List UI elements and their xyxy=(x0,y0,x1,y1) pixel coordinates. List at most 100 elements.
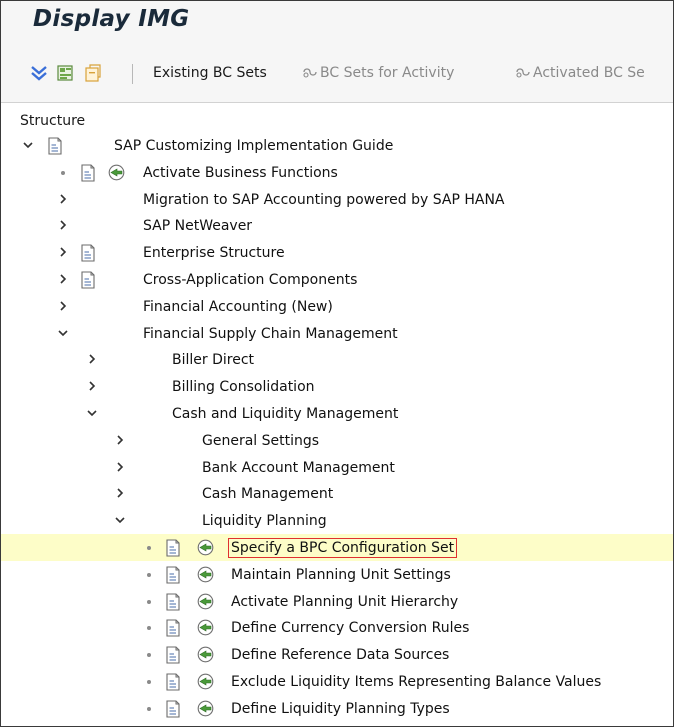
execute-activity-icon[interactable] xyxy=(108,164,125,181)
documentation-icon[interactable] xyxy=(165,619,181,637)
tree-node-enterprise-structure[interactable]: Enterprise Structure xyxy=(0,239,674,266)
expand-arrow-icon[interactable] xyxy=(57,299,69,313)
bc-sets-for-activity-button[interactable]: BC Sets for Activity xyxy=(302,65,454,81)
tree-node-financial-accounting-new[interactable]: Financial Accounting (New) xyxy=(0,293,674,320)
tree-node-exclude-liquidity-items-representing-balance-values[interactable]: Exclude Liquidity Items Representing Bal… xyxy=(0,668,674,695)
bc-set-icon xyxy=(303,68,317,78)
documentation-icon[interactable] xyxy=(165,539,181,557)
documentation-icon[interactable] xyxy=(80,164,96,182)
tree-node-biller-direct[interactable]: Biller Direct xyxy=(0,346,674,373)
tree-node-financial-supply-chain-management[interactable]: Financial Supply Chain Management xyxy=(0,320,674,347)
tree-node-label: Activate Planning Unit Hierarchy xyxy=(231,593,459,610)
documentation-icon[interactable] xyxy=(165,673,181,691)
tree-node-sap-customizing-implementation-guide[interactable]: SAP Customizing Implementation Guide xyxy=(0,132,674,159)
tree-node-define-reference-data-sources[interactable]: Define Reference Data Sources xyxy=(0,641,674,668)
tree-node-liquidity-planning[interactable]: Liquidity Planning xyxy=(0,507,674,534)
leaf-bullet-icon xyxy=(147,626,151,631)
tree-node-label: Bank Account Management xyxy=(202,459,395,476)
tree-node-cash-and-liquidity-management[interactable]: Cash and Liquidity Management xyxy=(0,400,674,427)
leaf-bullet-icon xyxy=(147,599,151,604)
leaf-bullet-icon xyxy=(147,572,151,577)
documentation-icon[interactable] xyxy=(80,271,96,289)
release-notes-icon[interactable] xyxy=(84,64,102,82)
tree-node-migration-to-sap-accounting-powered-by-sap-hana[interactable]: Migration to SAP Accounting powered by S… xyxy=(0,186,674,213)
expand-arrow-icon[interactable] xyxy=(57,192,69,206)
tree-node-label: Migration to SAP Accounting powered by S… xyxy=(143,191,505,208)
tree-node-activate-business-functions[interactable]: Activate Business Functions xyxy=(0,159,674,186)
tree-node-label: Cross-Application Components xyxy=(143,272,358,288)
execute-activity-icon[interactable] xyxy=(197,673,214,690)
expand-arrow-icon[interactable] xyxy=(57,272,69,286)
execute-activity-icon[interactable] xyxy=(197,593,214,610)
documentation-icon[interactable] xyxy=(165,593,181,611)
documentation-icon[interactable] xyxy=(165,700,181,718)
tree-node-label: Cash Management xyxy=(202,486,334,503)
expand-arrow-icon[interactable] xyxy=(86,352,98,366)
leaf-bullet-icon xyxy=(147,653,151,658)
tree-node-label: Define Reference Data Sources xyxy=(231,647,450,664)
leaf-bullet-icon xyxy=(147,680,151,684)
expand-all-icon[interactable] xyxy=(30,64,48,82)
tree-node-maintain-planning-unit-settings[interactable]: Maintain Planning Unit Settings xyxy=(0,561,674,588)
tree-node-label: Define Liquidity Planning Types xyxy=(231,700,450,717)
documentation-icon[interactable] xyxy=(47,137,63,155)
tree-node-bank-account-management[interactable]: Bank Account Management xyxy=(0,454,674,481)
leaf-bullet-icon xyxy=(61,170,65,175)
documentation-icon[interactable] xyxy=(165,566,181,584)
activated-bc-sets-button[interactable]: Activated BC Se xyxy=(515,65,645,81)
expand-arrow-icon[interactable] xyxy=(57,245,69,259)
structure-header-label: Structure xyxy=(20,113,86,129)
tree-node-general-settings[interactable]: General Settings xyxy=(0,427,674,454)
tree-node-label: SAP Customizing Implementation Guide xyxy=(114,138,394,154)
expand-arrow-icon[interactable] xyxy=(86,379,98,393)
find-icon[interactable] xyxy=(57,64,75,82)
tree-node-cross-application-components[interactable]: Cross-Application Components xyxy=(0,266,674,293)
tree-node-specify-a-bpc-configuration-set[interactable]: Specify a BPC Configuration Set xyxy=(0,534,674,561)
toolbar-separator xyxy=(132,64,133,84)
tree-node-label: Exclude Liquidity Items Representing Bal… xyxy=(231,674,602,690)
expand-arrow-icon[interactable] xyxy=(114,433,126,447)
display-img-window: Display IMG Existing BC Sets BC Sets for… xyxy=(0,0,674,727)
structure-header: Structure xyxy=(0,102,674,133)
expand-arrow-icon[interactable] xyxy=(114,486,126,500)
tree-node-activate-planning-unit-hierarchy[interactable]: Activate Planning Unit Hierarchy xyxy=(0,588,674,615)
tree-node-label: Specify a BPC Configuration Set xyxy=(228,538,458,558)
title-bar: Display IMG xyxy=(0,0,674,44)
execute-activity-icon[interactable] xyxy=(197,566,214,583)
documentation-icon[interactable] xyxy=(165,646,181,664)
tree-node-label: Maintain Planning Unit Settings xyxy=(231,566,451,583)
existing-bc-sets-label: Existing BC Sets xyxy=(153,65,267,81)
tree-node-cash-management[interactable]: Cash Management xyxy=(0,480,674,507)
bc-set-icon xyxy=(516,68,530,78)
execute-activity-icon[interactable] xyxy=(197,646,214,663)
tree-node-label: Define Currency Conversion Rules xyxy=(231,620,470,637)
documentation-icon[interactable] xyxy=(80,244,96,262)
activated-bc-sets-label: Activated BC Se xyxy=(533,65,645,81)
execute-activity-icon[interactable] xyxy=(197,619,214,636)
tree-node-define-currency-conversion-rules[interactable]: Define Currency Conversion Rules xyxy=(0,614,674,641)
tree-node-label: Activate Business Functions xyxy=(143,164,338,181)
bc-sets-for-activity-label: BC Sets for Activity xyxy=(320,65,455,81)
tree-node-sap-netweaver[interactable]: SAP NetWeaver xyxy=(0,212,674,239)
leaf-bullet-icon xyxy=(147,706,151,711)
tree-node-label: Financial Supply Chain Management xyxy=(143,325,398,342)
window-title: Display IMG xyxy=(33,6,190,32)
execute-activity-icon[interactable] xyxy=(197,700,214,717)
existing-bc-sets-button[interactable]: Existing BC Sets xyxy=(153,65,267,81)
expand-arrow-icon[interactable] xyxy=(57,218,69,232)
tree-node-billing-consolidation[interactable]: Billing Consolidation xyxy=(0,373,674,400)
leaf-bullet-icon xyxy=(147,546,151,550)
collapse-arrow-icon[interactable] xyxy=(57,326,69,340)
tree-node-label: Cash and Liquidity Management xyxy=(172,406,399,422)
tree-node-label: Financial Accounting (New) xyxy=(143,298,333,315)
tree-node-label: Biller Direct xyxy=(172,352,255,369)
expand-arrow-icon[interactable] xyxy=(114,460,126,474)
collapse-arrow-icon[interactable] xyxy=(86,406,98,420)
tree-node-label: General Settings xyxy=(202,432,320,449)
tree-node-define-liquidity-planning-types[interactable]: Define Liquidity Planning Types xyxy=(0,695,674,722)
tree-node-label: SAP NetWeaver xyxy=(143,218,253,235)
tree-node-label: Liquidity Planning xyxy=(202,513,327,530)
execute-activity-icon[interactable] xyxy=(197,539,214,556)
collapse-arrow-icon[interactable] xyxy=(114,513,126,527)
collapse-arrow-icon[interactable] xyxy=(22,138,34,152)
